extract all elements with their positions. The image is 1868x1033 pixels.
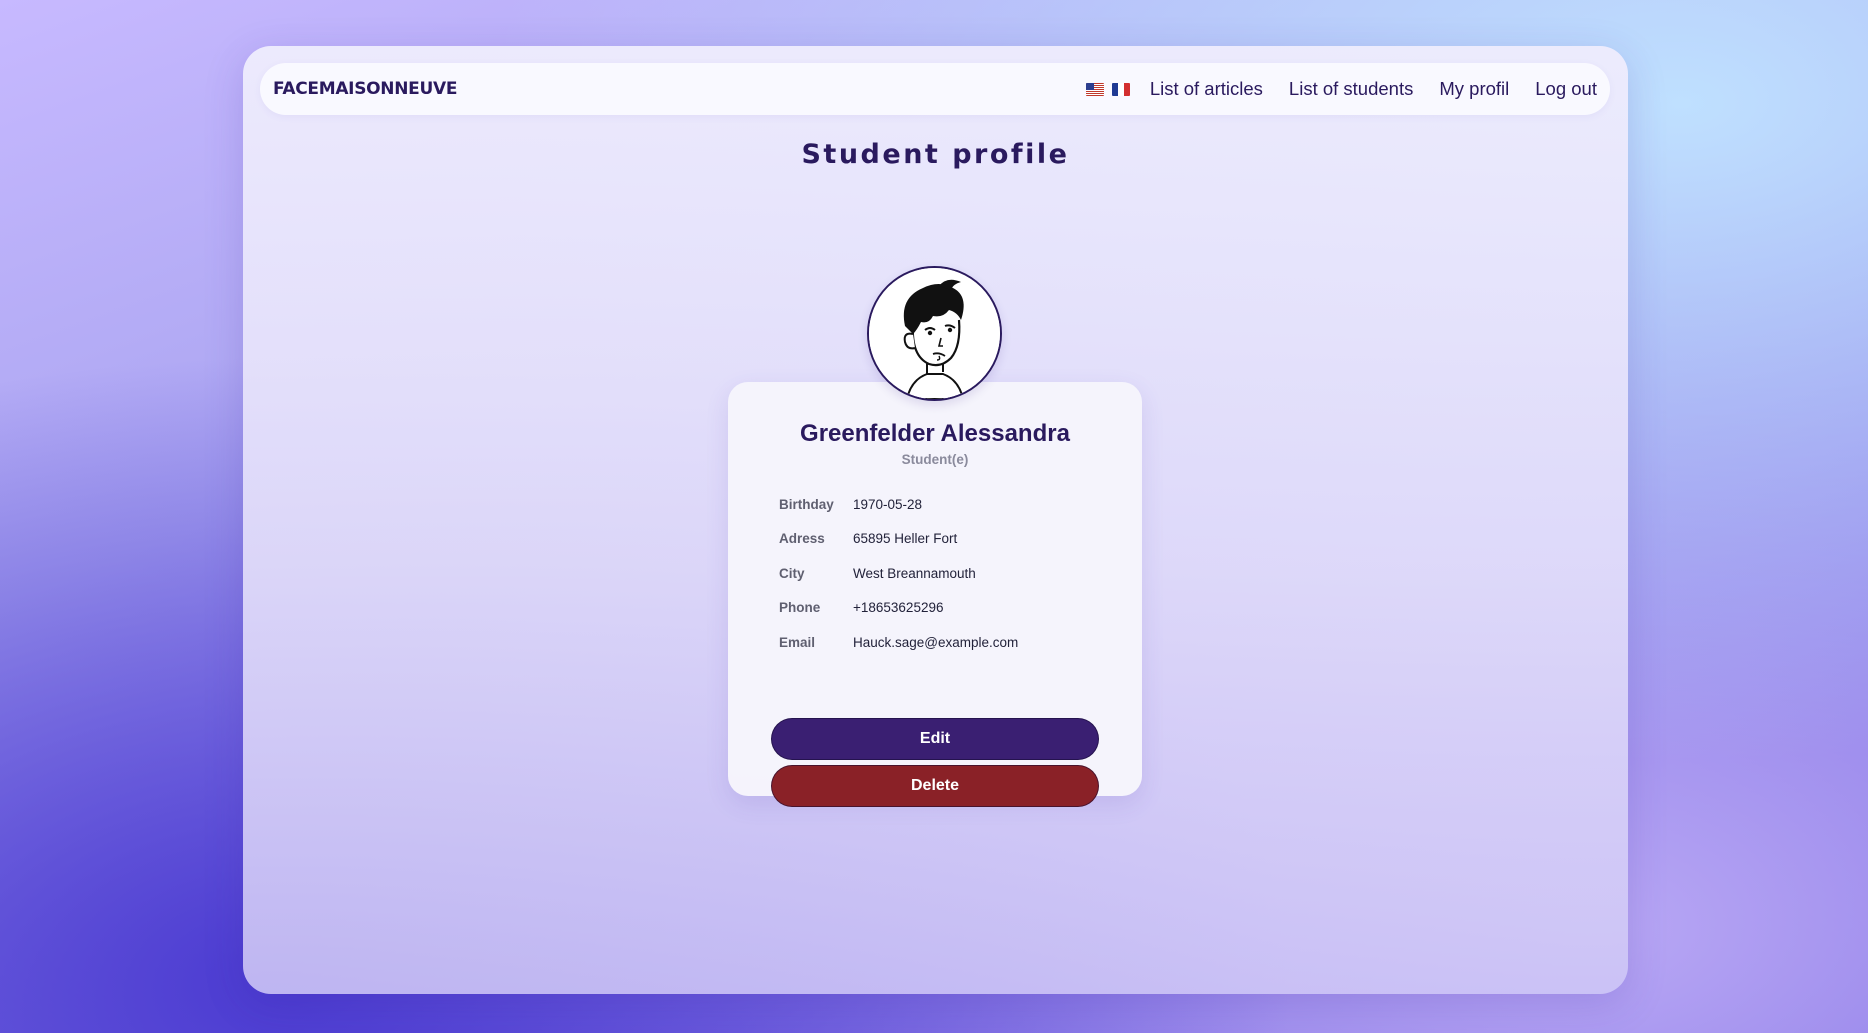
detail-row-email: Email Hauck.sage@example.com	[779, 625, 1109, 660]
student-role: Student(e)	[901, 452, 969, 467]
top-navbar: FACEMAISONNEUVE List of articles List of…	[260, 63, 1610, 115]
us-flag-icon[interactable]	[1085, 82, 1104, 96]
nav-link-logout[interactable]: Log out	[1535, 78, 1597, 100]
nav-link-my-profile[interactable]: My profil	[1439, 78, 1509, 100]
nav-links: List of articles List of students My pro…	[1085, 78, 1597, 100]
detail-label: Phone	[779, 600, 821, 616]
profile-card: Greenfelder Alessandra Student(e) Birthd…	[728, 382, 1142, 807]
detail-label: Email	[779, 634, 816, 650]
detail-row-address: Adress 65895 Heller Fort	[779, 522, 1109, 557]
avatar	[867, 266, 1002, 401]
detail-row-city: City West Breannamouth	[779, 556, 1109, 591]
detail-row-birthday: Birthday 1970-05-28	[779, 487, 1109, 522]
detail-label: City	[779, 565, 805, 581]
detail-value: 1970-05-28	[853, 496, 923, 512]
delete-button[interactable]: Delete	[771, 765, 1099, 807]
detail-value: West Breannamouth	[853, 565, 976, 581]
app-window: FACEMAISONNEUVE List of articles List of…	[243, 46, 1628, 994]
edit-button[interactable]: Edit	[771, 718, 1099, 760]
detail-row-phone: Phone +18653625296	[779, 591, 1109, 626]
detail-value: Hauck.sage@example.com	[853, 634, 1019, 650]
nav-link-articles[interactable]: List of articles	[1150, 78, 1263, 100]
detail-value: 65895 Heller Fort	[853, 531, 958, 547]
detail-label: Birthday	[779, 496, 834, 512]
detail-label: Adress	[779, 531, 825, 547]
student-name: Greenfelder Alessandra	[800, 420, 1070, 447]
language-switcher	[1085, 82, 1138, 96]
detail-value: +18653625296	[853, 600, 944, 616]
fr-flag-icon[interactable]	[1111, 82, 1130, 96]
student-avatar-illustration	[869, 268, 1000, 399]
profile-details: Birthday 1970-05-28 Adress 65895 Heller …	[779, 487, 1109, 660]
nav-link-students[interactable]: List of students	[1289, 78, 1413, 100]
page-title: Student profile	[801, 139, 1070, 170]
brand-logo-link[interactable]: FACEMAISONNEUVE	[273, 79, 457, 99]
